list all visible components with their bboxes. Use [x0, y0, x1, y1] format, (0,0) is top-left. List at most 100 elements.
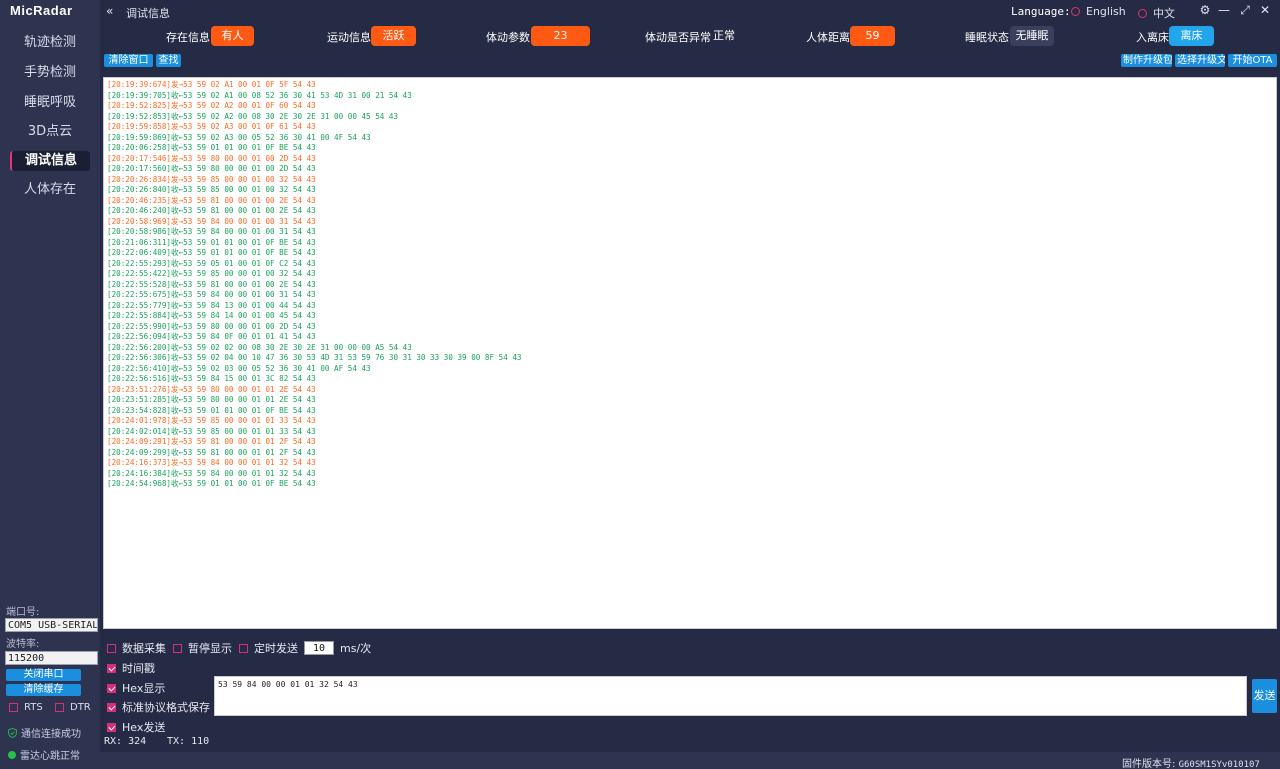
sidebar-item-trajectory[interactable]: 轨迹检测	[10, 33, 90, 53]
distance-value: 59	[850, 26, 895, 46]
status-footer	[100, 752, 1280, 769]
log-line-sent: [20:20:17:546]发→53 59 80 00 00 01 00 2D …	[107, 153, 316, 163]
pause-display-checkbox[interactable]: 暂停显示	[173, 640, 232, 656]
firmware-label: 固件版本号:	[1122, 759, 1176, 769]
fullscreen-icon[interactable]: ⤢	[1238, 3, 1252, 18]
make-upgrade-package-button[interactable]: 制作升级包	[1121, 54, 1172, 67]
rts-label: RTS	[24, 702, 43, 713]
log-line-recv: [20:22:56:410]收←53 59 02 03 00 05 52 36 …	[107, 363, 371, 373]
log-line-recv: [20:22:55:990]收←53 59 80 00 00 01 00 2D …	[107, 321, 316, 331]
rts-checkbox[interactable]: RTS	[9, 702, 43, 713]
log-line-recv: [20:24:02:014]收←53 59 85 00 00 01 01 33 …	[107, 426, 316, 436]
start-ota-button[interactable]: 开始OTA	[1228, 54, 1277, 67]
bed-status-label: 入离床	[1136, 31, 1169, 44]
pause-display-label: 暂停显示	[188, 642, 232, 655]
log-line-sent: [20:20:58:969]发→53 59 84 00 00 01 00 31 …	[107, 216, 316, 226]
send-button[interactable]: 发送	[1252, 679, 1277, 713]
sleep-state-value: 无睡眠	[1010, 26, 1054, 46]
data-collect-label: 数据采集	[122, 642, 166, 655]
collapse-sidebar-icon[interactable]: «	[106, 4, 113, 18]
checkbox-checked-icon	[107, 663, 116, 673]
minimize-icon[interactable]: —	[1217, 3, 1231, 17]
std-protocol-save-label: 标准协议格式保存	[122, 701, 210, 714]
sidebar-item-debug[interactable]: 调试信息	[10, 151, 90, 171]
motion-label: 运动信息	[327, 31, 371, 44]
sidebar-item-presence[interactable]: 人体存在	[10, 180, 90, 200]
dtr-checkbox[interactable]: DTR	[55, 702, 91, 713]
checkbox-icon	[9, 703, 18, 712]
std-protocol-save-checkbox[interactable]: 标准协议格式保存	[107, 699, 210, 715]
language-english-radio[interactable]: English	[1071, 5, 1126, 18]
log-line-recv: [20:20:26:840]收←53 59 85 00 00 01 00 32 …	[107, 185, 316, 194]
port-select[interactable]: COM5 USB-SERIAL	[5, 618, 98, 632]
firmware-value: G60SM1SYv010107	[1178, 760, 1260, 769]
timestamp-checkbox[interactable]: 时间戳	[107, 660, 155, 676]
language-english-label: English	[1086, 5, 1126, 18]
sidebar-item-gesture[interactable]: 手势检测	[10, 63, 90, 83]
hex-display-label: Hex显示	[122, 682, 166, 695]
log-line-sent: [20:20:26:834]发→53 59 85 00 00 01 00 32 …	[107, 174, 316, 184]
log-line-recv: [20:22:56:094]收←53 59 84 0F 00 01 01 41 …	[107, 332, 316, 341]
language-chinese-radio[interactable]: 中文	[1138, 5, 1175, 21]
baud-select[interactable]: 115200	[5, 651, 98, 665]
distance-label: 人体距离	[806, 31, 850, 44]
page-title: 调试信息	[126, 7, 170, 20]
settings-gear-icon[interactable]: ⚙	[1198, 3, 1212, 17]
log-line-recv: [20:23:54:828]收←53 59 01 01 00 01 0F BE …	[107, 405, 316, 415]
select-upgrade-file-button[interactable]: 选择升级文件	[1175, 54, 1225, 67]
timed-send-checkbox[interactable]: 定时发送 10 ms/次	[239, 640, 371, 656]
port-label: 端口号:	[6, 607, 40, 618]
firmware-version: 固件版本号: G60SM1SYv010107	[1122, 755, 1260, 769]
close-icon[interactable]: ✕	[1258, 3, 1272, 17]
movement-abnormal-value: 正常	[713, 29, 735, 42]
sidebar-item-point-cloud[interactable]: 3D点云	[10, 122, 90, 142]
log-line-recv: [20:21:06:311]收←53 59 01 01 00 01 0F BE …	[107, 237, 316, 247]
sleep-state-label: 睡眠状态	[965, 31, 1009, 44]
hex-send-label: Hex发送	[122, 721, 166, 734]
hex-send-checkbox[interactable]: Hex发送	[107, 719, 165, 735]
log-line-sent: [20:23:51:276]发→53 59 80 00 00 01 01 2E …	[107, 384, 316, 394]
log-line-sent: [20:24:16:373]发→53 59 84 00 00 01 01 32 …	[107, 458, 316, 467]
checkbox-icon	[107, 643, 116, 653]
language-chinese-label: 中文	[1153, 7, 1175, 20]
log-line-recv: [20:22:56:200]收←53 59 02 02 00 08 30 2E …	[107, 342, 412, 352]
sidebar-item-sleep-breath[interactable]: 睡眠呼吸	[10, 93, 90, 113]
close-port-button[interactable]: 关闭串口	[6, 669, 81, 681]
clear-cache-button[interactable]: 清除缓存	[6, 684, 81, 696]
log-line-recv: [20:22:55:675]收←53 59 84 00 00 01 00 31 …	[107, 290, 316, 299]
log-line-recv: [20:24:16:384]收←53 59 84 00 00 01 01 32 …	[107, 468, 316, 478]
data-collect-checkbox[interactable]: 数据采集	[107, 640, 166, 656]
body-movement-label: 体动参数	[486, 31, 530, 44]
interval-unit-label: ms/次	[340, 642, 372, 655]
serial-log[interactable]: [20:19:39:674]发→53 59 02 A1 00 01 0F 5F …	[103, 77, 1277, 629]
movement-abnormal-label: 体动是否异常	[645, 31, 711, 44]
send-input[interactable]: 53 59 84 00 00 01 01 32 54 43	[214, 676, 1247, 716]
log-line-sent: [20:20:46:235]发→53 59 81 00 00 01 00 2E …	[107, 195, 316, 205]
timestamp-label: 时间戳	[122, 662, 155, 675]
log-line-recv: [20:22:55:293]收←53 59 05 01 00 01 0F C2 …	[107, 258, 316, 268]
timed-send-label: 定时发送	[254, 642, 298, 655]
connection-status: 通信连接成功	[8, 725, 81, 740]
log-line-sent: [20:24:01:978]发→53 59 85 00 00 01 01 33 …	[107, 416, 316, 425]
log-line-recv: [20:19:59:869]收←53 59 02 A3 00 05 52 36 …	[107, 132, 371, 142]
find-button[interactable]: 查找	[156, 54, 181, 67]
hex-display-checkbox[interactable]: Hex显示	[107, 680, 165, 696]
sidebar: MicRadar 轨迹检测 手势检测 睡眠呼吸 3D点云 调试信息 人体存在 端…	[0, 0, 100, 769]
log-line-recv: [20:22:06:409]收←53 59 01 01 00 01 0F BE …	[107, 248, 316, 257]
radio-icon	[1138, 8, 1147, 18]
log-line-recv: [20:20:46:240]收←53 59 81 00 00 01 00 2E …	[107, 206, 316, 215]
log-line-recv: [20:22:55:779]收←53 59 84 13 00 01 00 44 …	[107, 300, 316, 310]
checkbox-icon	[55, 703, 64, 712]
presence-label: 存在信息	[166, 31, 210, 44]
log-line-recv: [20:22:55:528]收←53 59 81 00 00 01 00 2E …	[107, 279, 316, 289]
log-line-recv: [20:19:52:853]收←53 59 02 A2 00 08 30 2E …	[107, 111, 399, 121]
log-line-sent: [20:19:52:825]发→53 59 02 A2 00 01 0F 60 …	[107, 101, 316, 110]
dtr-label: DTR	[70, 702, 91, 713]
clear-window-button[interactable]: 清除窗口	[104, 54, 153, 67]
log-line-sent: [20:19:39:674]发→53 59 02 A1 00 01 0F 5F …	[107, 80, 316, 89]
tx-counter: TX: 110	[167, 736, 209, 747]
log-line-sent: [20:19:59:858]发→53 59 02 A3 00 01 0F 61 …	[107, 122, 316, 131]
interval-input[interactable]: 10	[304, 641, 334, 655]
checkbox-checked-icon	[107, 683, 116, 693]
tx-label: TX:	[167, 736, 186, 747]
